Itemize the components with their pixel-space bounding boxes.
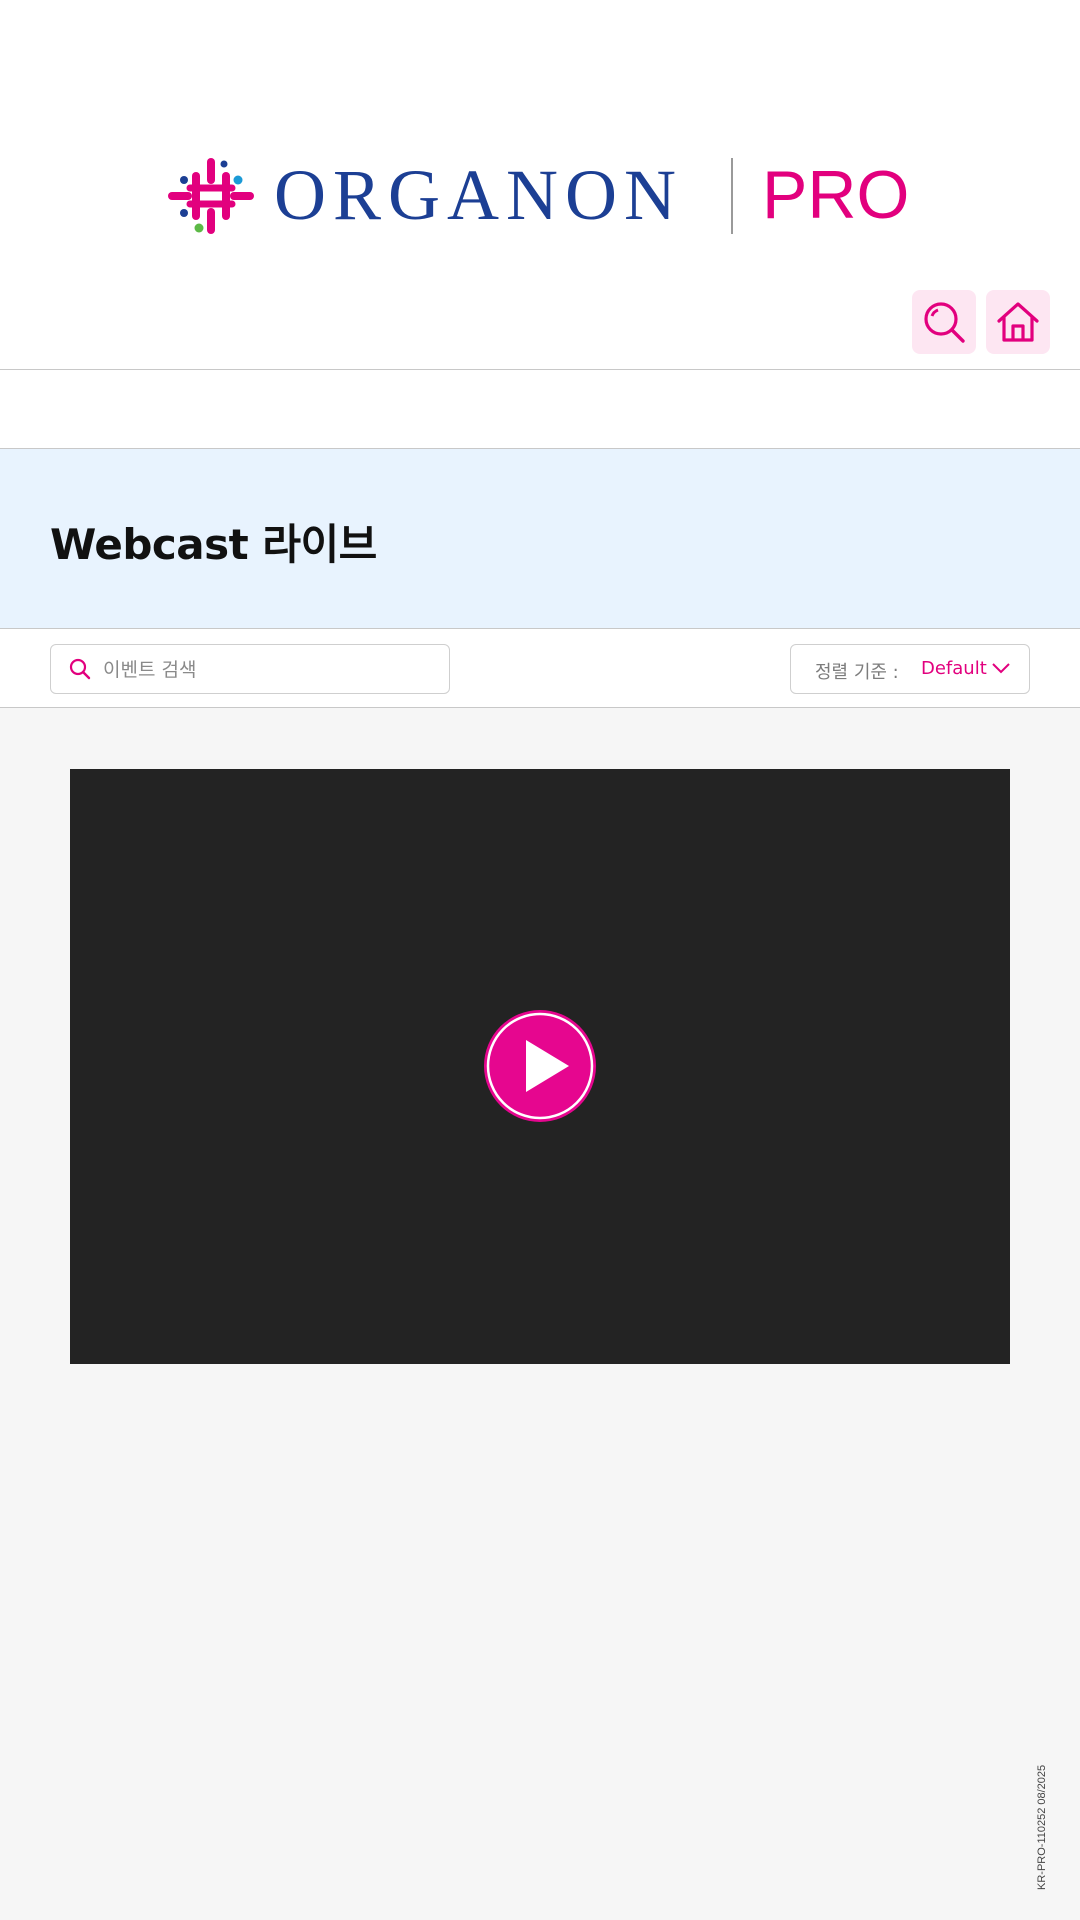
search-icon bbox=[924, 302, 965, 343]
event-search-field[interactable] bbox=[50, 644, 450, 694]
home-icon bbox=[997, 302, 1039, 342]
video-player[interactable] bbox=[70, 769, 1010, 1364]
event-search-input[interactable] bbox=[101, 653, 435, 687]
logo-divider bbox=[731, 158, 733, 234]
page-title: Webcast 라이브 bbox=[50, 520, 377, 569]
brand-name: ORGANON bbox=[274, 155, 683, 235]
play-icon[interactable] bbox=[483, 1009, 597, 1123]
filter-bar: 정렬 기준 : Default bbox=[0, 629, 1080, 708]
chevron-down-icon bbox=[992, 663, 1010, 674]
page-title-band: Webcast 라이브 bbox=[0, 449, 1080, 629]
site-header: ORGANON PRO bbox=[0, 0, 1080, 370]
organon-logo-mark-icon bbox=[168, 158, 254, 234]
search-button[interactable] bbox=[912, 290, 976, 354]
navigation-bar bbox=[0, 370, 1080, 449]
sort-selected-value: Default bbox=[921, 658, 987, 679]
document-code: KR-PRO-110252 08/2025 bbox=[1036, 1764, 1048, 1890]
home-button[interactable] bbox=[986, 290, 1050, 354]
organon-pro-logo[interactable]: ORGANON PRO bbox=[166, 150, 916, 240]
sort-label: 정렬 기준 : bbox=[815, 662, 899, 683]
search-icon bbox=[69, 658, 91, 680]
brand-suffix: PRO bbox=[762, 157, 910, 233]
sort-dropdown[interactable]: 정렬 기준 : Default bbox=[790, 644, 1030, 694]
